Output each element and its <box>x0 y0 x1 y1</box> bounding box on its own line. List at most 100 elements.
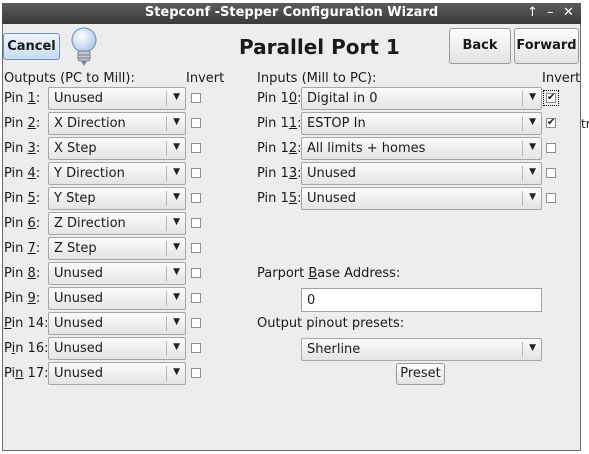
chevron-down-icon: ▼ <box>173 342 180 352</box>
inputs-invert-heading: Invert <box>542 71 581 86</box>
combo-value: Unused <box>54 366 104 381</box>
chevron-down-icon: ▼ <box>173 92 180 102</box>
outputs-pin-combo[interactable]: Z Step ▼ <box>48 237 186 260</box>
chevron-down-icon: ▼ <box>173 217 180 227</box>
inputs-pin-combo[interactable]: Unused ▼ <box>301 162 542 185</box>
combo-value: Unused <box>54 91 104 106</box>
presets-value: Sherline <box>307 342 361 357</box>
outputs-pin-label: Pin 6: <box>4 216 41 231</box>
forward-button[interactable]: Forward <box>514 28 579 64</box>
outputs-pin-combo[interactable]: Z Direction ▼ <box>48 212 186 235</box>
chevron-down-icon: ▼ <box>173 292 180 302</box>
outputs-pin-label: Pin 3: <box>4 141 41 156</box>
outputs-invert-checkbox[interactable] <box>191 193 201 203</box>
outputs-invert-checkbox[interactable] <box>191 268 201 278</box>
inputs-pin-combo[interactable]: Digital in 0 ▼ <box>301 87 542 110</box>
outputs-invert-checkbox[interactable] <box>191 143 201 153</box>
outputs-pin-label: Pin 16: <box>4 341 49 356</box>
inputs-invert-checkbox-checked[interactable]: ✔ <box>543 90 559 106</box>
presets-label: Output pinout presets: <box>257 316 405 331</box>
combo-value: ESTOP In <box>307 116 366 131</box>
inputs-invert-checkbox[interactable] <box>546 143 556 153</box>
inputs-invert-checkbox[interactable] <box>546 168 556 178</box>
chevron-down-icon: ▼ <box>529 142 536 152</box>
inputs-pin-label: Pin 11: <box>257 116 302 131</box>
combo-value: Z Direction <box>54 216 126 231</box>
close-icon[interactable]: ✕ <box>563 5 574 20</box>
outputs-invert-checkbox[interactable] <box>191 318 201 328</box>
inputs-pin-label: Pin 12: <box>257 141 302 156</box>
outputs-pin-combo[interactable]: Unused ▼ <box>48 337 186 360</box>
outputs-pin-combo[interactable]: X Direction ▼ <box>48 112 186 135</box>
outputs-invert-checkbox[interactable] <box>191 343 201 353</box>
chevron-down-icon: ▼ <box>173 142 180 152</box>
outputs-pin-label: Pin 8: <box>4 266 41 281</box>
outputs-pin-combo[interactable]: Unused ▼ <box>48 262 186 285</box>
raise-icon[interactable]: ↑ <box>527 5 538 20</box>
chevron-down-icon: ▼ <box>173 167 180 177</box>
inputs-pin-combo[interactable]: ESTOP In ▼ <box>301 112 542 135</box>
outputs-pin-combo[interactable]: Unused ▼ <box>48 87 186 110</box>
combo-value: X Direction <box>54 116 126 131</box>
outputs-pin-combo[interactable]: Y Step ▼ <box>48 187 186 210</box>
outputs-pin-label: Pin 4: <box>4 166 41 181</box>
back-button[interactable]: Back <box>449 28 511 64</box>
window-title: Stepconf -Stepper Configuration Wizard <box>144 5 439 20</box>
outputs-pin-combo[interactable]: Unused ▼ <box>48 362 186 385</box>
inputs-pin-label: Pin 13: <box>257 166 302 181</box>
outputs-pin-label: Pin 2: <box>4 116 41 131</box>
inputs-heading: Inputs (Mill to PC): <box>257 71 377 86</box>
inputs-pin-combo[interactable]: All limits + homes ▼ <box>301 137 542 160</box>
outputs-heading: Outputs (PC to Mill): <box>4 71 135 86</box>
outputs-pin-label: Pin 14: <box>4 316 49 331</box>
inputs-pin-label: Pin 10: <box>257 91 302 106</box>
background-window-text: tr <box>581 117 589 131</box>
combo-value: All limits + homes <box>307 141 426 156</box>
combo-value: Digital in 0 <box>307 91 378 106</box>
outputs-invert-checkbox[interactable] <box>191 118 201 128</box>
chevron-down-icon: ▼ <box>173 367 180 377</box>
outputs-invert-checkbox[interactable] <box>191 93 201 103</box>
outputs-pin-label: Pin 5: <box>4 191 41 206</box>
chevron-down-icon: ▼ <box>529 192 536 202</box>
inputs-invert-checkbox[interactable] <box>546 193 556 203</box>
outputs-pin-combo[interactable]: X Step ▼ <box>48 137 186 160</box>
parport-label: Parport Base Address: <box>257 266 401 281</box>
combo-value: Unused <box>54 316 104 331</box>
outputs-invert-checkbox[interactable] <box>191 218 201 228</box>
outputs-invert-checkbox[interactable] <box>191 368 201 378</box>
outputs-pin-label: Pin 9: <box>4 291 41 306</box>
chevron-down-icon: ▼ <box>529 117 536 127</box>
chevron-down-icon: ▼ <box>529 92 536 102</box>
combo-value: Unused <box>54 266 104 281</box>
combo-value: Y Step <box>54 191 96 206</box>
combo-value: Z Step <box>54 241 97 256</box>
page-title: Parallel Port 1 <box>239 35 400 59</box>
preset-button[interactable]: Preset <box>396 363 445 385</box>
cancel-button[interactable]: Cancel <box>3 33 60 60</box>
outputs-pin-combo[interactable]: Unused ▼ <box>48 287 186 310</box>
chevron-down-icon: ▼ <box>529 167 536 177</box>
outputs-invert-checkbox[interactable] <box>191 168 201 178</box>
inputs-pin-combo[interactable]: Unused ▼ <box>301 187 542 210</box>
parport-address-field[interactable]: 0 <box>301 288 542 312</box>
outputs-invert-checkbox[interactable] <box>191 293 201 303</box>
outputs-pin-label: Pin 7: <box>4 241 41 256</box>
presets-combo[interactable]: Sherline ▼ <box>301 338 542 361</box>
minimize-icon[interactable]: – <box>547 5 554 20</box>
combo-value: Unused <box>307 166 357 181</box>
chevron-down-icon: ▼ <box>173 317 180 327</box>
outputs-pin-combo[interactable]: Y Direction ▼ <box>48 162 186 185</box>
outputs-pin-combo[interactable]: Unused ▼ <box>48 312 186 335</box>
outputs-invert-checkbox[interactable] <box>191 243 201 253</box>
combo-value: Unused <box>307 191 357 206</box>
chevron-down-icon: ▼ <box>173 267 180 277</box>
inputs-pin-label: Pin 15: <box>257 191 302 206</box>
title-bar[interactable]: Stepconf -Stepper Configuration Wizard ↑… <box>2 3 581 24</box>
chevron-down-icon: ▼ <box>529 343 536 353</box>
chevron-down-icon: ▼ <box>173 242 180 252</box>
inputs-invert-checkbox-checked[interactable]: ✔ <box>546 118 556 128</box>
combo-value: Unused <box>54 291 104 306</box>
chevron-down-icon: ▼ <box>173 117 180 127</box>
outputs-invert-heading: Invert <box>186 71 225 86</box>
